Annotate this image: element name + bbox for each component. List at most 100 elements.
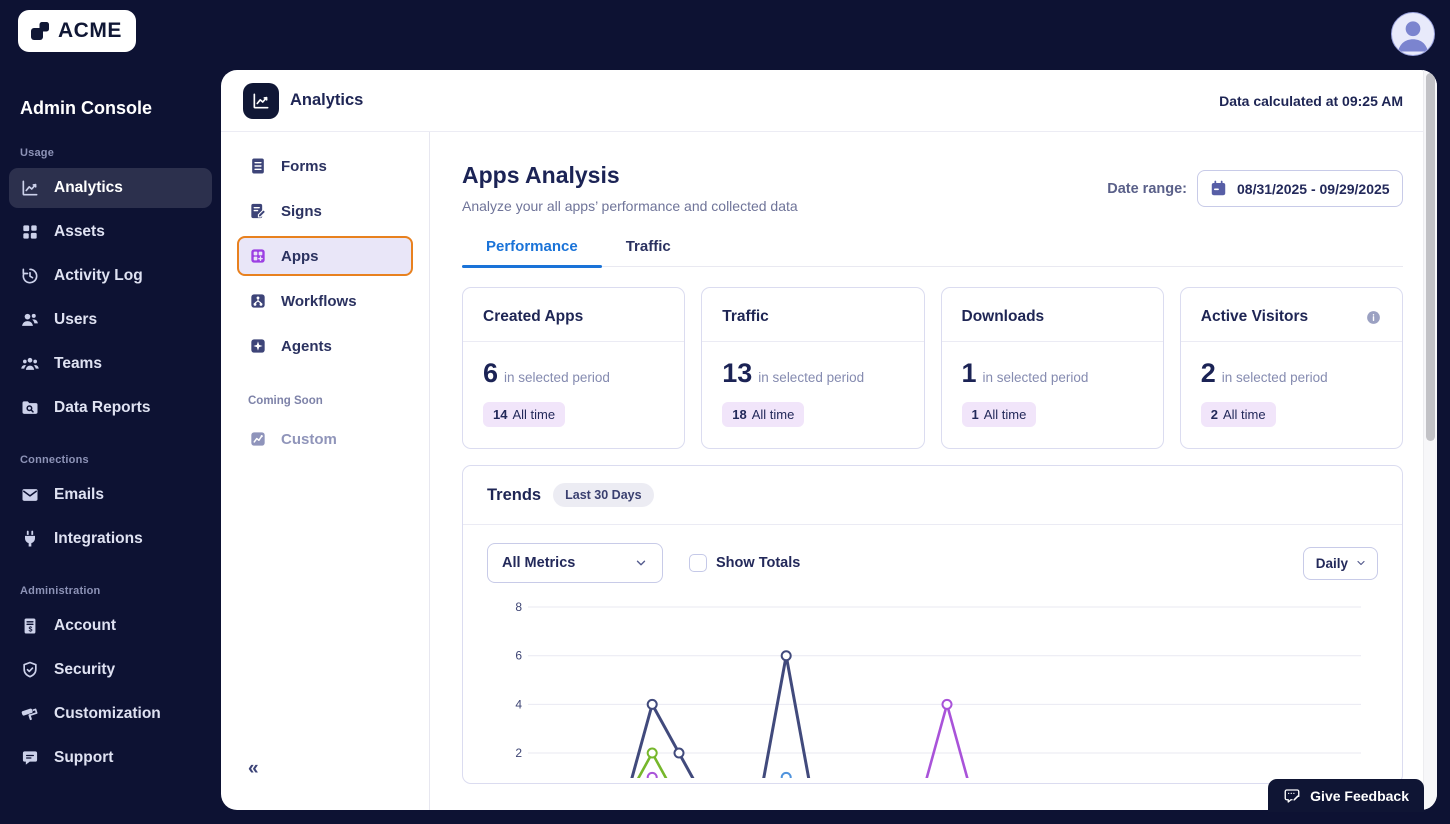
collapse-sidebar-button[interactable]: « [237,758,413,780]
chart-line-icon [20,178,40,198]
show-totals-checkbox[interactable] [689,554,707,572]
trends-card: Trends Last 30 Days All Metrics Show Tot… [462,465,1403,808]
admin-console-app: { "brand": { "logo_text": "ACME" }, "top… [0,0,1450,824]
sidebar-item-integrations[interactable]: Integrations [9,519,212,559]
stat-value: 2 [1200,358,1216,388]
subnav-item-agents[interactable]: Agents [237,326,413,366]
chevron-down-icon [634,556,648,570]
section-label-administration: Administration [20,585,101,597]
show-totals-label: Show Totals [716,555,801,571]
acme-logo-icon [28,19,52,43]
analytics-subnav: Forms Signs Apps Workflows Agents Coming… [221,132,430,810]
sidebar-item-account[interactable]: $ Account [9,606,212,646]
panel-title: Analytics [290,91,364,109]
subnav-item-workflows[interactable]: Workflows [237,281,413,321]
subnav-item-signs[interactable]: Signs [237,191,413,231]
trends-line-chart: 2 4 6 8 [515,600,1361,808]
stat-value: 1 [961,358,977,388]
stat-value: 13 [722,358,753,388]
people-group-icon [20,354,40,374]
show-totals-control[interactable]: Show Totals [689,554,800,572]
chat-bubble-icon [20,748,40,768]
sidebar-title: Admin Console [20,98,153,118]
data-calculated-status: Data calculated at 09:25 AM [1219,92,1403,109]
document-pen-icon [248,201,268,221]
svg-text:$: $ [29,625,33,633]
stat-card-downloads: Downloads 1 in selected period 1 All time [940,287,1164,449]
analysis-tabs: Performance Traffic [462,238,1403,268]
subnav-item-apps[interactable]: Apps [237,236,413,276]
document-lines-icon [248,156,268,176]
page-title: Apps Analysis [462,162,620,188]
sidebar-item-emails[interactable]: Emails [9,475,212,515]
tab-performance[interactable]: Performance [462,238,602,268]
vertical-scrollbar[interactable] [1423,70,1437,810]
sidebar-item-assets[interactable]: Assets [9,212,212,252]
analytics-header: Analytics Data calculated at 09:25 AM [221,70,1437,132]
section-label-connections: Connections [20,454,89,466]
brand-name: ACME [58,19,122,42]
coming-soon-label: Coming Soon [248,395,323,407]
main-panel: Analytics Data calculated at 09:25 AM Fo… [221,70,1437,810]
calendar-icon [1209,179,1228,198]
metrics-select[interactable]: All Metrics [487,543,663,583]
stat-card-traffic: Traffic 13 in selected period 18 All time [701,287,925,449]
svg-text:8: 8 [515,600,522,614]
sidebar-item-customization[interactable]: Customization [9,694,212,734]
folder-search-icon [20,398,40,418]
acme-logo[interactable]: ACME [18,10,136,52]
scrollbar-thumb[interactable] [1426,73,1435,441]
sidebar-item-analytics[interactable]: Analytics [9,168,212,208]
user-icon [20,310,40,330]
sidebar-item-data-reports[interactable]: Data Reports [9,388,212,428]
sparkle-icon [248,336,268,356]
sidebar-item-users[interactable]: Users [9,300,212,340]
trends-title: Trends [487,485,542,504]
all-time-badge: 18 All time [722,402,805,427]
tab-traffic[interactable]: Traffic [602,238,695,266]
workflow-icon [248,291,268,311]
give-feedback-button[interactable]: Give Feedback [1268,779,1424,812]
interval-select[interactable]: Daily [1302,546,1378,580]
sidebar-item-teams[interactable]: Teams [9,344,212,384]
clock-history-icon [20,266,40,286]
sidebar-item-activity-log[interactable]: Activity Log [9,256,212,296]
svg-text:6: 6 [515,649,522,663]
app-grid-plus-icon [248,246,268,266]
primary-sidebar: Admin Console Usage Analytics Assets Act… [0,52,221,824]
all-time-badge: 2 All time [1200,402,1276,427]
trends-chart-area: 2 4 6 8 [463,583,1402,808]
stat-card-active-visitors: Active Visitors 2 in selected period 2 All… [1179,287,1403,449]
sidebar-item-security[interactable]: Security [9,650,212,690]
chevron-down-icon [1355,557,1367,569]
sidebar-item-support[interactable]: Support [9,738,212,778]
blocks-icon [20,222,40,242]
all-time-badge: 14 All time [483,402,566,427]
page-subtitle: Analyze your all apps’ performance and c… [462,198,798,214]
date-range-input[interactable]: 08/31/2025 - 09/29/2025 [1197,170,1403,207]
invoice-icon: $ [20,616,40,636]
custom-chart-icon [248,429,268,449]
date-range-label: Date range: [1107,180,1187,197]
all-time-badge: 1 All time [961,402,1037,427]
user-avatar[interactable] [1391,12,1435,56]
plug-icon [20,529,40,549]
section-label-usage: Usage [20,147,55,159]
stat-card-created-apps: Created Apps 6 in selected period 14 All t… [462,287,686,449]
info-icon[interactable] [1365,309,1382,326]
feedback-chat-icon [1283,787,1301,805]
stat-value: 6 [483,358,499,388]
person-icon [1398,21,1428,52]
subnav-item-forms[interactable]: Forms [237,146,413,186]
analytics-app-icon [243,82,279,119]
feedback-label: Give Feedback [1310,787,1409,804]
subnav-item-custom[interactable]: Custom [237,419,413,459]
svg-text:4: 4 [515,697,522,711]
stat-cards: Created Apps 6 in selected period 14 All t… [462,287,1403,449]
svg-text:2: 2 [515,746,522,760]
envelope-icon [20,485,40,505]
apps-analysis-content: Apps Analysis Analyze your all apps’ per… [430,132,1437,810]
shield-check-icon [20,660,40,680]
paint-roller-icon [20,704,40,724]
trends-period-badge: Last 30 Days [553,483,654,507]
